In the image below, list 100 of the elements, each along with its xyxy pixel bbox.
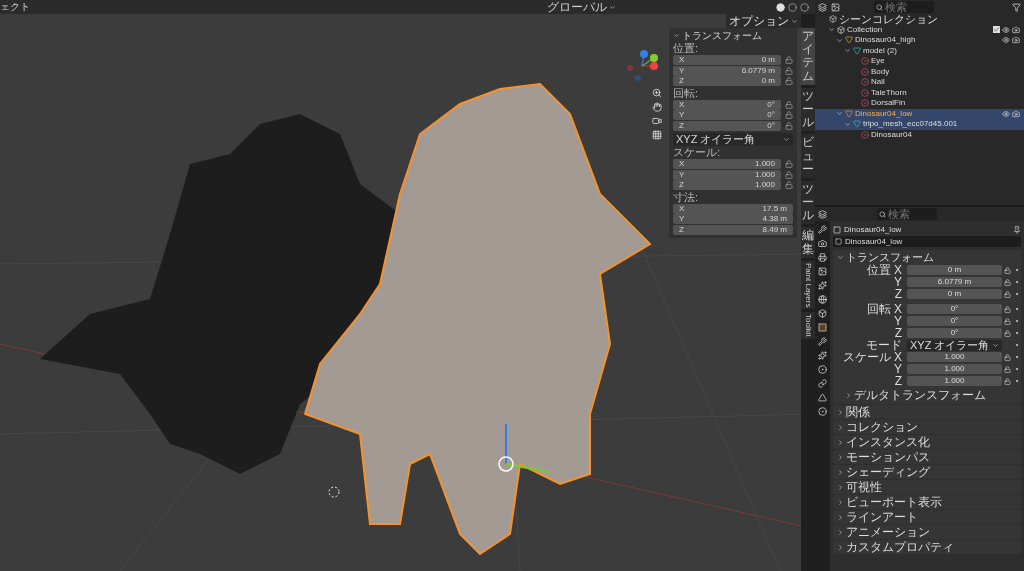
lock-icon[interactable] <box>785 66 793 75</box>
number-field[interactable]: Z 1.000 <box>673 180 781 191</box>
outliner-row[interactable]: Dinosaur04_high <box>815 35 1024 46</box>
mode-menu[interactable]: ェクト <box>0 2 30 12</box>
camera-icon[interactable] <box>1012 36 1020 45</box>
sidebar-tab[interactable]: ツール <box>801 87 815 132</box>
number-field[interactable]: X 17.5 m <box>673 203 793 214</box>
number-field[interactable]: 0° <box>907 316 1002 326</box>
search-field[interactable]: 検索 <box>877 208 937 220</box>
lock-icon[interactable] <box>785 100 793 109</box>
shading-solid-icon[interactable] <box>776 2 785 12</box>
property-tab-icon[interactable] <box>818 253 827 262</box>
chevron-down-icon[interactable] <box>836 110 843 118</box>
section-header[interactable]: ラインアート <box>833 510 1021 524</box>
property-tab-icon[interactable] <box>818 407 827 416</box>
chevron-down-icon[interactable] <box>844 47 851 55</box>
outliner-row[interactable]: Collection <box>815 24 1024 35</box>
sidebar-tab[interactable]: Toolkit <box>801 312 815 339</box>
lock-icon[interactable] <box>1004 317 1011 325</box>
lock-icon[interactable] <box>1004 353 1011 361</box>
sidebar-tab[interactable]: アイテム <box>801 28 815 85</box>
property-tab-icon[interactable] <box>818 239 827 248</box>
sidebar-tab[interactable]: ビュー <box>801 134 815 178</box>
checkbox-icon[interactable] <box>993 26 1000 34</box>
lock-icon[interactable] <box>785 160 793 169</box>
object-name-field[interactable]: Dinosaur04_low <box>833 236 1021 247</box>
section-header[interactable]: 関係 <box>833 405 1021 419</box>
number-field[interactable]: Z 0 m <box>673 76 781 87</box>
panel-header[interactable]: トランスフォーム <box>669 28 797 42</box>
chevron-down-icon[interactable] <box>828 26 835 34</box>
number-field[interactable]: 1.000 <box>907 352 1002 362</box>
section-header[interactable]: カスタムプロパティ <box>833 540 1021 554</box>
chevron-down-icon[interactable] <box>844 120 851 128</box>
number-field[interactable]: X 0 m <box>673 55 781 66</box>
lock-icon[interactable] <box>1004 365 1011 373</box>
outliner-row[interactable]: DorsalFin <box>815 98 1024 109</box>
rotation-mode-dropdown[interactable]: XYZ オイラー角 <box>673 133 793 146</box>
number-field[interactable]: 0 m <box>907 289 1002 299</box>
section-header[interactable]: コレクション <box>833 420 1021 434</box>
outliner-row[interactable]: Dinosaur04_low <box>815 108 1024 119</box>
shading-material-icon[interactable] <box>788 2 797 12</box>
orientation-dropdown[interactable]: グローバル <box>547 1 616 13</box>
shading-rendered-icon[interactable] <box>800 2 809 12</box>
property-tab-icon[interactable] <box>818 309 827 318</box>
mode-dropdown[interactable]: XYZ オイラー角 <box>907 339 1002 351</box>
grid-icon[interactable] <box>652 130 662 140</box>
number-field[interactable]: Z 8.49 m <box>673 224 793 235</box>
sidebar-tab[interactable]: 編集 <box>801 227 815 258</box>
eye-icon[interactable] <box>1002 36 1010 45</box>
number-field[interactable]: 6.0779 m <box>907 277 1002 287</box>
section-header[interactable]: シェーディング <box>833 465 1021 479</box>
number-field[interactable]: 1.000 <box>907 376 1002 386</box>
lock-icon[interactable] <box>785 77 793 86</box>
camera-icon[interactable] <box>1012 109 1020 118</box>
outliner-row[interactable]: tripo_mesh_ecc07d45.001 <box>815 119 1024 130</box>
camera-icon[interactable] <box>1012 25 1020 34</box>
section-header[interactable]: インスタンス化 <box>833 435 1021 449</box>
lock-icon[interactable] <box>1004 278 1011 286</box>
outliner-row[interactable]: シーンコレクション <box>815 14 1024 25</box>
lock-icon[interactable] <box>1004 290 1011 298</box>
filter-icon[interactable] <box>1012 2 1021 12</box>
property-tab-icon[interactable] <box>818 337 827 346</box>
lock-icon[interactable] <box>785 56 793 65</box>
lock-icon[interactable] <box>1004 377 1011 385</box>
panel-header[interactable]: トランスフォーム <box>833 250 1021 264</box>
eye-icon[interactable] <box>1002 109 1010 118</box>
number-field[interactable]: 0 m <box>907 265 1002 275</box>
sidebar-tab[interactable]: Paint Layers <box>801 260 815 310</box>
property-tab-icon[interactable] <box>818 267 827 276</box>
outliner-row[interactable]: model (2) <box>815 45 1024 56</box>
hand-icon[interactable] <box>652 102 662 112</box>
lock-icon[interactable] <box>1004 329 1011 337</box>
lock-icon[interactable] <box>785 181 793 190</box>
chevron-down-icon[interactable] <box>836 36 843 44</box>
property-tab-icon[interactable] <box>818 225 827 234</box>
lock-icon[interactable] <box>785 121 793 130</box>
lock-icon[interactable] <box>785 111 793 120</box>
outliner-row[interactable]: TaleThorn <box>815 87 1024 98</box>
number-field[interactable]: Y 4.38 m <box>673 214 793 225</box>
outliner-row[interactable]: Body <box>815 66 1024 77</box>
number-field[interactable]: 0° <box>907 328 1002 338</box>
property-tab-icon[interactable] <box>818 365 827 374</box>
section-header[interactable]: アニメーション <box>833 525 1021 539</box>
search-field[interactable]: 検索 <box>874 1 934 13</box>
number-field[interactable]: 1.000 <box>907 364 1002 374</box>
section-header[interactable]: モーションパス <box>833 450 1021 464</box>
outliner-row[interactable]: Nail <box>815 77 1024 88</box>
property-tab-icon[interactable] <box>818 393 827 402</box>
lock-icon[interactable] <box>1004 266 1011 274</box>
property-tab-icon[interactable] <box>818 351 827 360</box>
outliner-row[interactable]: Eye <box>815 56 1024 67</box>
number-field[interactable]: X 0° <box>673 99 781 110</box>
navigation-gizmo-drawing[interactable] <box>624 50 660 82</box>
subpanel-header[interactable]: デルタトランスフォーム <box>833 388 1021 402</box>
property-tab-icon[interactable] <box>818 281 827 290</box>
section-header[interactable]: 可視性 <box>833 480 1021 494</box>
property-tab-icon[interactable] <box>818 295 827 304</box>
property-tab-icon[interactable] <box>818 379 827 388</box>
number-field[interactable]: 0° <box>907 304 1002 314</box>
number-field[interactable]: Y 1.000 <box>673 169 781 180</box>
